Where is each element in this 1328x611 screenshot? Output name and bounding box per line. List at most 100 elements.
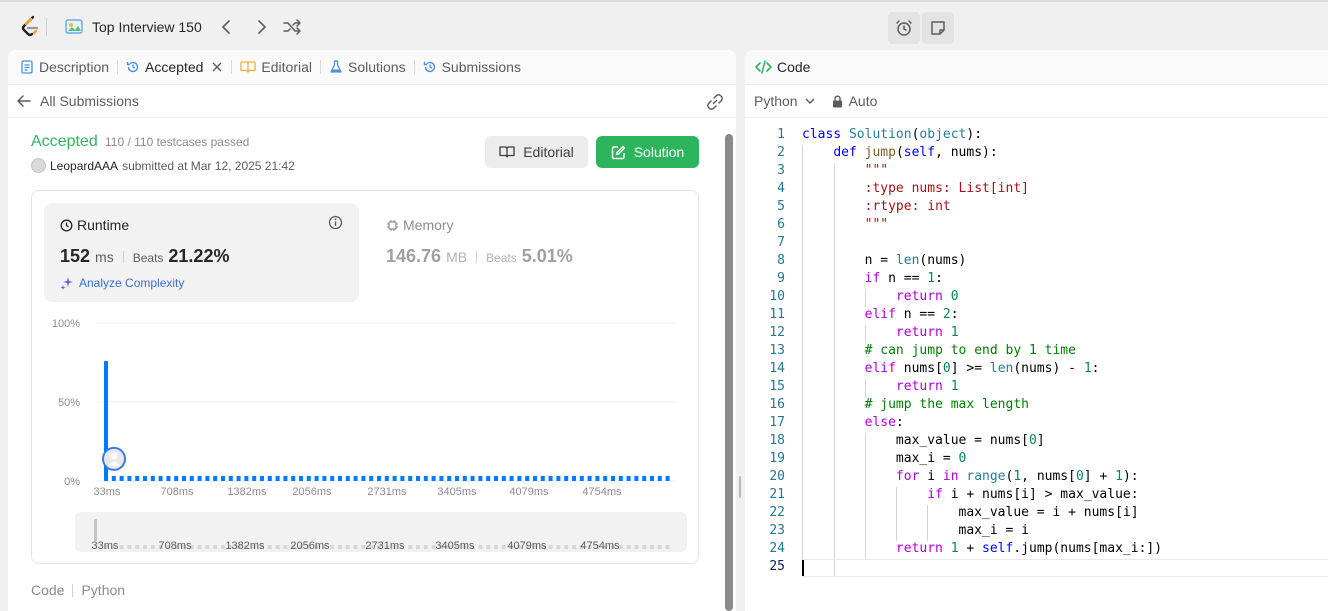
code-line[interactable]: 18 max_value = nums[0] <box>745 433 1328 451</box>
auto-mode-toggle[interactable]: Auto <box>832 93 878 109</box>
x-tick-label: 1382ms <box>227 486 267 498</box>
timer-button[interactable] <box>888 12 920 44</box>
avatar[interactable] <box>31 158 46 173</box>
line-number: 24 <box>769 541 785 556</box>
code-line[interactable]: 5 :rtype: int <box>745 199 1328 217</box>
solution-button[interactable]: Solution <box>596 136 699 168</box>
editor-toolbar: Python Auto <box>745 85 1328 118</box>
mini-bar <box>408 545 413 549</box>
mini-bar <box>345 545 350 549</box>
random-question-button[interactable] <box>282 17 302 37</box>
code-line[interactable]: 13 # can jump to end by 1 time <box>745 343 1328 361</box>
chart-bar <box>525 476 530 481</box>
chart-bar <box>650 476 654 481</box>
all-submissions-link[interactable]: All Submissions <box>16 93 139 109</box>
tab-accepted[interactable]: Accepted <box>126 59 223 75</box>
language-select[interactable]: Python <box>754 93 816 109</box>
analyze-complexity-link[interactable]: Analyze Complexity <box>60 276 184 290</box>
line-number: 2 <box>777 145 785 160</box>
runtime-distribution-chart[interactable]: 100% 50% 0% 33ms 708ms 1382ms 2056ms 2731ms 3405… <box>32 309 700 565</box>
code-icon <box>755 60 772 74</box>
chart-bar <box>158 476 163 481</box>
line-number: 4 <box>777 181 785 196</box>
code-line[interactable]: 25 <box>745 559 1328 577</box>
chart-bar <box>283 476 288 481</box>
runtime-box[interactable]: Runtime 152 ms Beats 21.22% Analyze Comp… <box>44 203 359 302</box>
code-text: elif nums[0] >= len(nums) - 1: <box>864 361 1100 376</box>
code-line[interactable]: 12 return 1 <box>745 325 1328 343</box>
language-label: Python <box>81 582 126 598</box>
mini-bar <box>197 545 202 549</box>
editorial-button[interactable]: Editorial <box>485 136 588 168</box>
code-line[interactable]: 10 return 0 <box>745 289 1328 307</box>
y-tick-label: 100% <box>52 318 80 330</box>
code-text: max_i = 0 <box>802 451 967 466</box>
code-text: return 0 <box>895 289 959 304</box>
tab-label: Solutions <box>348 59 406 75</box>
mini-bar <box>135 545 140 549</box>
mini-bar <box>150 545 155 549</box>
chart-bar <box>572 476 576 481</box>
tab-description[interactable]: Description <box>20 59 109 75</box>
code-line[interactable]: 24 return 1 + self.jump(nums[max_i:]) <box>745 541 1328 559</box>
code-line[interactable]: 19 max_i = 0 <box>745 451 1328 469</box>
code-line[interactable]: 11 elif n == 2: <box>745 307 1328 325</box>
mode-value: Auto <box>848 93 878 109</box>
x-tick-label: 1382ms <box>225 540 265 552</box>
mini-bar <box>478 545 483 549</box>
chart-bar <box>392 476 397 481</box>
mini-bar <box>556 545 561 549</box>
chart-bar <box>439 476 444 481</box>
chart-bar <box>540 476 545 481</box>
code-line[interactable]: 6 """ <box>745 217 1328 235</box>
prev-question-button[interactable] <box>217 17 237 37</box>
code-line[interactable]: 20 for i in range(1, nums[0] + 1): <box>745 469 1328 487</box>
next-question-button[interactable] <box>251 17 271 37</box>
line-number: 23 <box>769 523 785 538</box>
tab-submissions[interactable]: Submissions <box>423 59 521 75</box>
chart-bar <box>501 476 506 481</box>
line-number: 6 <box>777 217 785 232</box>
code-line[interactable]: 2 def jump(self, nums): <box>745 145 1328 163</box>
info-icon[interactable] <box>328 215 343 235</box>
memory-tab[interactable]: Memory <box>386 217 454 233</box>
code-line[interactable]: 4 :type nums: List[int] <box>745 181 1328 199</box>
chart-bar <box>634 476 639 481</box>
code-line[interactable]: 7 <box>745 235 1328 253</box>
code-line[interactable]: 23 max_i = i <box>745 523 1328 541</box>
chart-bar <box>556 476 561 481</box>
line-number: 11 <box>769 307 785 322</box>
code-line[interactable]: 9 if n == 1: <box>745 271 1328 289</box>
problem-list-title[interactable]: Top Interview 150 <box>92 19 202 35</box>
panel-resize-handle[interactable] <box>738 476 742 498</box>
line-number: 25 <box>769 559 785 574</box>
close-icon[interactable] <box>211 61 223 73</box>
share-link-button[interactable] <box>706 93 724 114</box>
code-line[interactable]: 14 elif nums[0] >= len(nums) - 1: <box>745 361 1328 379</box>
code-line[interactable]: 1 class Solution(object): <box>745 127 1328 145</box>
code-line[interactable]: 15 return 1 <box>745 379 1328 397</box>
mini-bar <box>642 545 647 549</box>
chart-bar <box>236 476 241 481</box>
scrollbar[interactable] <box>725 134 733 611</box>
code-editor[interactable]: 1 class Solution(object): 2 def jump(self,… <box>745 125 1328 611</box>
notes-button[interactable] <box>922 12 954 44</box>
tab-code[interactable]: Code <box>777 59 810 75</box>
tab-solutions[interactable]: Solutions <box>329 59 406 75</box>
code-line[interactable]: 22 max_value = i + nums[i] <box>745 505 1328 523</box>
y-tick-label: 0% <box>64 476 80 488</box>
code-line[interactable]: 21 if i + nums[i] > max_value: <box>745 487 1328 505</box>
tab-editorial[interactable]: Editorial <box>240 59 312 75</box>
scrollbar-thumb[interactable] <box>725 134 733 611</box>
chart-bar <box>361 476 366 481</box>
mini-bar <box>127 545 132 549</box>
code-line[interactable]: 3 """ <box>745 163 1328 181</box>
code-line[interactable]: 16 # jump the max length <box>745 397 1328 415</box>
leetcode-logo-icon[interactable] <box>20 15 40 39</box>
x-tick-label: 4079ms <box>507 540 547 552</box>
chart-bar <box>618 476 623 481</box>
code-line[interactable]: 8 n = len(nums) <box>745 253 1328 271</box>
username[interactable]: LeopardAAA <box>50 159 118 173</box>
chart-bar <box>384 476 389 481</box>
code-line[interactable]: 17 else: <box>745 415 1328 433</box>
